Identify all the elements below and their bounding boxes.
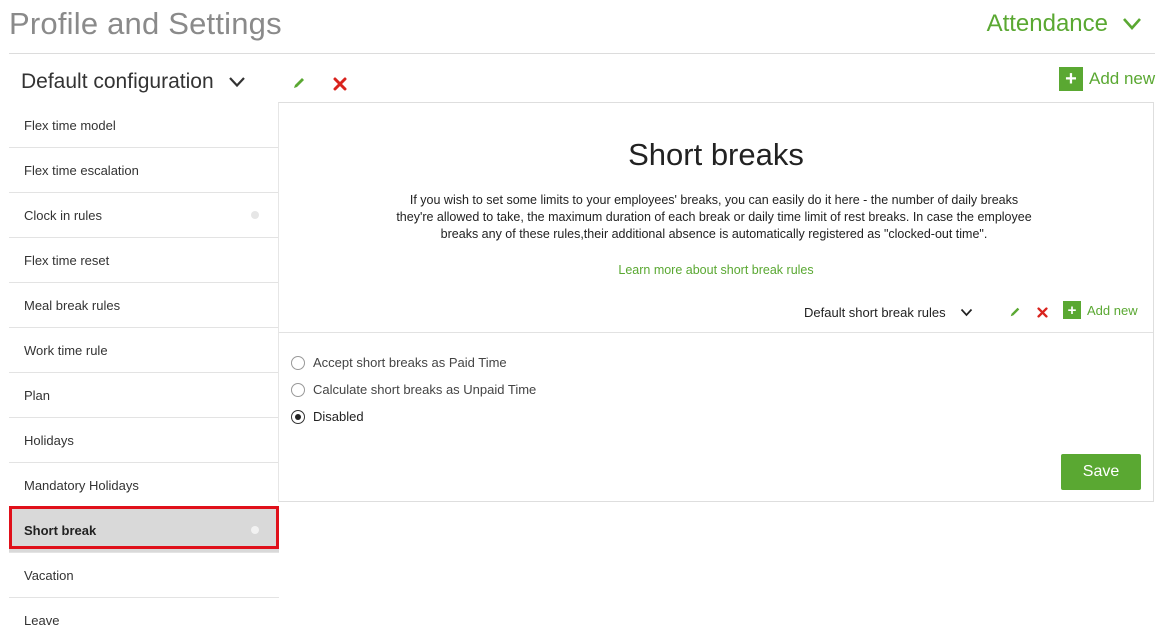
option-unpaid-time[interactable]: Calculate short breaks as Unpaid Time	[291, 382, 536, 397]
header-divider	[9, 53, 1155, 54]
add-configuration-button[interactable]: + Add new	[1059, 67, 1155, 91]
chevron-down-icon	[1122, 17, 1142, 31]
sidebar-item-label: Meal break rules	[24, 297, 121, 313]
sidebar-item-label: Mandatory Holidays	[24, 477, 139, 493]
sidebar-item-label: Clock in rules	[24, 207, 103, 223]
sidebar-item-label: Flex time escalation	[24, 162, 139, 178]
chevron-down-icon	[228, 70, 246, 94]
plus-icon: +	[1063, 301, 1081, 319]
pencil-icon	[1009, 305, 1021, 323]
radio-selected-dot	[295, 413, 301, 420]
page-title: Profile and Settings	[9, 6, 282, 41]
sidebar-item-label: Plan	[24, 387, 51, 403]
module-selector[interactable]: Attendance	[987, 10, 1142, 38]
add-rules-button[interactable]: + Add new	[1063, 301, 1138, 319]
sidebar-item-label: Vacation	[24, 567, 74, 583]
sidebar-item-label: Short break	[24, 522, 97, 538]
plus-icon: +	[1059, 67, 1083, 91]
radio-button[interactable]	[291, 382, 305, 397]
option-label: Calculate short breaks as Unpaid Time	[313, 382, 537, 397]
sidebar-item-label: Work time rule	[24, 342, 108, 358]
option-disabled[interactable]: Disabled	[291, 409, 364, 424]
delete-configuration-button[interactable]	[331, 77, 349, 95]
option-label: Disabled	[313, 409, 364, 424]
radio-button[interactable]	[291, 355, 305, 370]
configuration-select[interactable]: Default configuration	[21, 70, 246, 94]
delete-icon	[1036, 305, 1048, 323]
delete-icon	[333, 77, 347, 96]
short-breaks-panel: Short breaks If you wish to set some lim…	[278, 102, 1154, 502]
sidebar-item-mandatory-holidays[interactable]: Mandatory Holidays	[9, 463, 279, 508]
sidebar-item-label: Flex time reset	[24, 252, 110, 268]
sidebar-item-flex-time-model[interactable]: Flex time model	[9, 103, 279, 148]
sidebar-item-plan[interactable]: Plan	[9, 373, 279, 418]
status-dot	[251, 526, 259, 534]
settings-sidebar: Flex time model Flex time escalation Clo…	[9, 103, 279, 641]
rules-select-label: Default short break rules	[804, 305, 946, 320]
add-new-label: Add new	[1087, 302, 1138, 318]
save-button[interactable]: Save	[1061, 454, 1141, 490]
sidebar-item-holidays[interactable]: Holidays	[9, 418, 279, 463]
short-break-rules-select[interactable]: Default short break rules	[804, 305, 973, 320]
status-dot	[251, 211, 259, 219]
sidebar-item-vacation[interactable]: Vacation	[9, 553, 279, 598]
sidebar-item-label: Leave	[24, 613, 60, 628]
sidebar-item-label: Flex time model	[24, 117, 116, 133]
edit-rules-button[interactable]	[1006, 305, 1024, 323]
edit-configuration-button[interactable]	[290, 76, 308, 94]
section-description: If you wish to set some limits to your e…	[396, 193, 1032, 241]
add-new-label: Add new	[1089, 69, 1156, 88]
section-title: Short breaks	[628, 137, 804, 172]
sidebar-item-short-break[interactable]: Short break	[9, 508, 279, 553]
sidebar-item-label: Holidays	[24, 432, 74, 448]
sidebar-item-flex-time-escalation[interactable]: Flex time escalation	[9, 148, 279, 193]
sidebar-item-work-time-rule[interactable]: Work time rule	[9, 328, 279, 373]
option-paid-time[interactable]: Accept short breaks as Paid Time	[291, 355, 507, 370]
option-label: Accept short breaks as Paid Time	[313, 355, 507, 370]
module-label: Attendance	[986, 10, 1108, 37]
sidebar-item-clock-in-rules[interactable]: Clock in rules	[9, 193, 279, 238]
learn-more-link[interactable]: Learn more about short break rules	[279, 263, 1153, 277]
chevron-down-icon	[960, 305, 973, 320]
delete-rules-button[interactable]	[1033, 305, 1051, 323]
configuration-label: Default configuration	[21, 70, 214, 93]
pencil-icon	[292, 76, 306, 95]
sidebar-item-flex-time-reset[interactable]: Flex time reset	[9, 238, 279, 283]
sidebar-item-meal-break-rules[interactable]: Meal break rules	[9, 283, 279, 328]
panel-divider	[279, 332, 1153, 333]
radio-button[interactable]	[291, 409, 305, 424]
sidebar-item-leave[interactable]: Leave	[9, 598, 279, 641]
